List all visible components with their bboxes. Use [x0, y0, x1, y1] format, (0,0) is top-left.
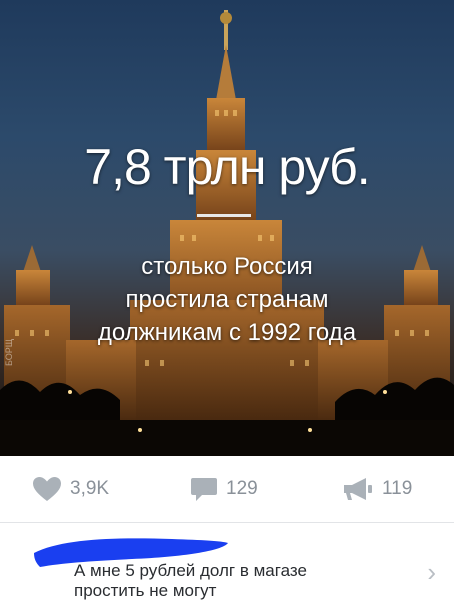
headline: 7,8 трлн руб.: [84, 139, 370, 195]
repost-button[interactable]: 119: [342, 476, 412, 502]
watermark: БОРЩ: [4, 338, 14, 366]
chevron-right-icon[interactable]: ›: [427, 557, 436, 588]
reposts-count: 119: [382, 478, 413, 499]
comment-text: А мне 5 рублей долг в магазе простить не…: [74, 561, 394, 601]
megaphone-icon: [344, 478, 372, 500]
subtitle: столько Россия простила странам должника…: [0, 250, 454, 349]
likes-count: 3,9K: [70, 478, 110, 499]
subtitle-line-1: столько Россия: [141, 253, 313, 280]
subtitle-line-3: должникам с 1992 года: [97, 319, 357, 346]
action-bar: 3,9K 129 119: [0, 456, 454, 522]
comment-button[interactable]: 129: [190, 476, 258, 502]
like-button[interactable]: 3,9K: [32, 476, 109, 502]
comment-line-2: простить не могут: [74, 581, 217, 600]
comment-item[interactable]: А мне 5 рублей долг в магазе простить не…: [0, 523, 454, 604]
comments-count: 129: [226, 478, 258, 499]
post-image[interactable]: 7,8 трлн руб. столько Россия простила ст…: [0, 0, 454, 456]
divider: [197, 214, 251, 217]
subtitle-line-2: простила странам: [125, 286, 329, 313]
comment-icon: [191, 478, 217, 501]
heart-icon: [33, 477, 61, 501]
comment-line-1: А мне 5 рублей долг в магазе: [74, 561, 307, 580]
moscow-university-illustration: [0, 10, 454, 456]
